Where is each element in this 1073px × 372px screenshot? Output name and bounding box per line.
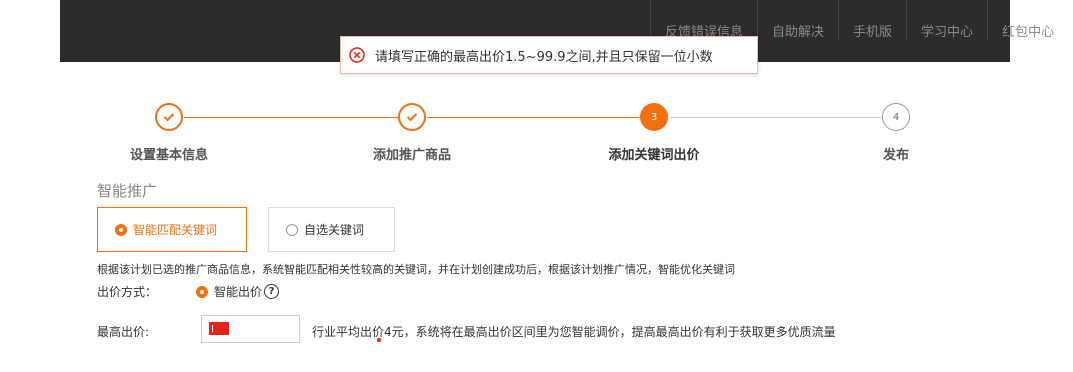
top-nav-links: 反馈错误信息 自助解决 手机版 学习中心 红包中心 xyxy=(650,0,1068,40)
smart-match-keywords-option[interactable]: 智能匹配关键词 xyxy=(97,207,247,252)
step-2-label: 添加推广商品 xyxy=(372,148,452,163)
step-connector-3 xyxy=(670,117,881,118)
error-circle-icon xyxy=(349,47,365,63)
nav-feedback-link[interactable]: 反馈错误信息 xyxy=(650,0,757,40)
error-toast: 请填写正确的最高出价1.5~99.9之间,并且只保留一位小数 xyxy=(340,36,758,74)
radio-unselected-icon xyxy=(286,223,298,236)
nav-self-help-link[interactable]: 自助解决 xyxy=(757,0,838,40)
max-bid-hint: 行业平均出价4元，系统将在最高出价区间里为您智能调价，提高最高出价有利于获取更多… xyxy=(312,325,836,339)
step-1-done-check-icon xyxy=(155,103,183,131)
radio-selected-icon xyxy=(115,223,127,236)
step-3-label: 添加关键词出价 xyxy=(608,148,700,163)
step-connector-2 xyxy=(427,117,639,118)
bid-method-label: 出价方式： xyxy=(97,285,158,299)
custom-keywords-option[interactable]: 自选关键词 xyxy=(268,207,395,252)
radio-selected-icon xyxy=(196,285,208,298)
red-dot-marker xyxy=(377,338,381,342)
nav-red-packet-link[interactable]: 红包中心 xyxy=(987,0,1068,40)
step-connector-1 xyxy=(184,117,398,118)
step-2-done-check-icon xyxy=(398,103,426,131)
section-title: 智能推广 xyxy=(97,182,158,200)
nav-mobile-link[interactable]: 手机版 xyxy=(838,0,906,40)
error-toast-message: 请填写正确的最高出价1.5~99.9之间,并且只保留一位小数 xyxy=(375,49,713,65)
smart-promotion-description: 根据该计划已选的推广商品信息，系统智能匹配相关性较高的关键词，并在计划创建成功后… xyxy=(97,263,735,276)
step-3-number: 3 xyxy=(640,103,668,131)
max-bid-label: 最高出价: xyxy=(97,325,150,339)
smart-bid-label: 智能出价 xyxy=(214,285,263,299)
custom-keywords-label: 自选关键词 xyxy=(304,223,365,237)
help-question-icon[interactable]: ? xyxy=(264,284,280,299)
smart-match-keywords-label: 智能匹配关键词 xyxy=(133,223,218,237)
nav-learning-center-link[interactable]: 学习中心 xyxy=(906,0,987,40)
step-4-label: 发布 xyxy=(882,148,910,163)
step-1-label: 设置基本信息 xyxy=(129,148,209,163)
input-error-highlight xyxy=(209,322,229,335)
step-4-number: 4 xyxy=(882,103,910,131)
smart-bid-radio[interactable]: 智能出价 ? xyxy=(196,283,280,300)
